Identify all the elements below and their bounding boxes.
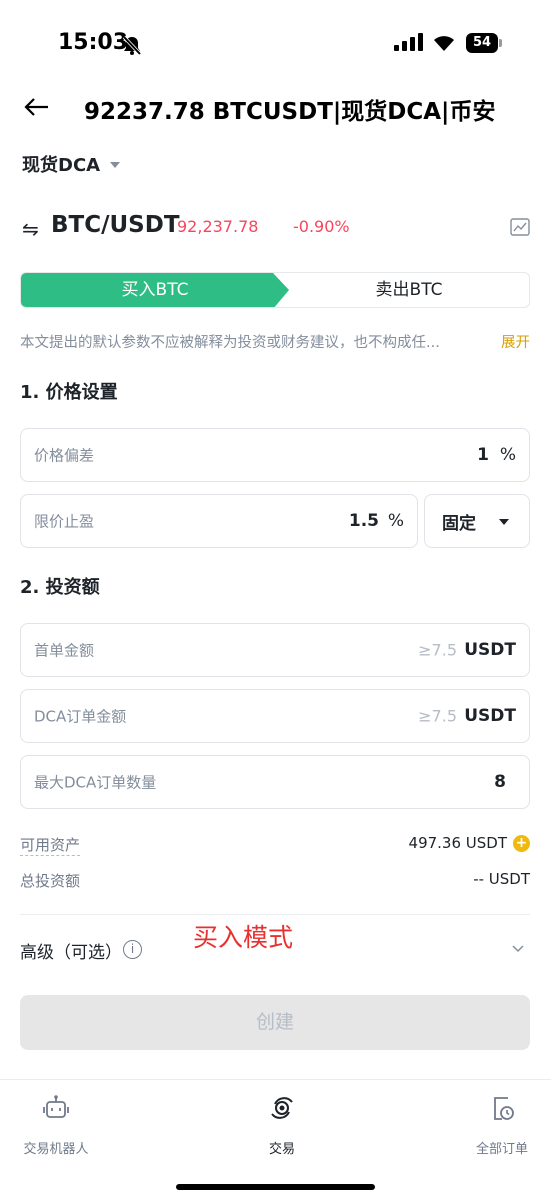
price-deviation-label: 价格偏差 [34,446,95,465]
bottom-nav-orders-label: 全部订单 [475,1142,528,1157]
bottom-nav-bots-label: 交易机器人 [23,1142,89,1157]
trade-icon [271,1097,293,1119]
available-assets-label[interactable]: 可用资产 [20,834,81,856]
robot-icon [43,1095,69,1118]
bottom-nav-trade-label: 交易 [268,1142,295,1157]
max-dca-orders-value: 8 [494,772,506,792]
section-price-settings-title: 1. 价格设置 [20,382,118,403]
pair-row: ⇋ BTC/USDT 92,237.78 -0.90% [22,212,530,244]
bell-muted-icon [122,35,142,56]
signal-icon [394,33,423,51]
page-title: 92237.78 BTCUSDT|现货DCA|币安 [84,99,496,125]
first-order-amount-unit: USDT [464,640,516,660]
battery-icon: 54 [466,33,502,53]
first-order-amount-hint: ≥7.5 [418,640,457,660]
dca-order-amount-unit: USDT [464,706,516,726]
status-bar: 15:03 54 [0,0,551,90]
bottom-nav: 交易机器人 交易 全部订单 [0,1079,551,1200]
swap-icon[interactable]: ⇋ [22,217,39,241]
status-time: 15:03 [58,30,129,55]
side-tabs: 买入BTC 卖出BTC [20,272,530,308]
home-indicator[interactable] [176,1184,375,1190]
first-order-amount-field[interactable]: 首单金额 ≥7.5 USDT [20,623,530,677]
section-investment-title: 2. 投资额 [20,577,100,598]
dca-order-amount-label: DCA订单金额 [34,707,127,726]
advanced-settings-toggle[interactable]: 高级（可选） [20,938,122,963]
bottom-nav-bots[interactable]: 交易机器人 [0,1080,116,1170]
tab-sell[interactable]: 卖出BTC [289,273,529,307]
tab-buy-label: 买入BTC [121,280,189,300]
tab-buy[interactable]: 买入BTC [21,273,289,307]
disclaimer-text: 本文提出的默认参数不应被解释为投资或财务建议，也不构成任... [20,335,440,351]
take-profit-field[interactable]: 限价止盈 1.5 % [20,494,418,548]
available-assets-row: 497.36 USDT + [409,834,530,852]
expand-link[interactable]: 展开 [501,331,530,352]
price-deviation-unit: % [499,445,516,465]
divider [20,914,530,915]
total-investment-label: 总投资额 [20,872,81,890]
caret-down-icon [499,519,509,525]
add-funds-icon[interactable]: + [513,835,530,852]
dca-order-amount-field[interactable]: DCA订单金额 ≥7.5 USDT [20,689,530,743]
pair-price: 92,237.78 [177,217,259,236]
price-deviation-field[interactable]: 价格偏差 1 % [20,428,530,482]
annotation-text: 买入模式 [193,923,294,952]
take-profit-label: 限价止盈 [34,512,95,531]
chart-icon[interactable] [510,218,530,236]
bottom-nav-orders[interactable]: 全部订单 [442,1080,551,1170]
caret-down-icon [110,162,121,168]
take-profit-value: 1.5 [348,511,379,531]
take-profit-mode-value: 固定 [442,514,476,534]
take-profit-unit: % [387,511,404,531]
pair-change: -0.90% [293,217,350,236]
total-investment-value: -- USDT [473,870,530,888]
wifi-icon [434,36,454,51]
first-order-amount-label: 首单金额 [34,641,95,660]
strategy-label: 现货DCA [22,155,101,176]
chevron-down-icon[interactable] [510,941,526,957]
take-profit-mode-select[interactable]: 固定 [424,494,530,548]
pair-name[interactable]: BTC/USDT [51,212,180,238]
max-dca-orders-field[interactable]: 最大DCA订单数量 8 [20,755,530,809]
battery-level: 54 [466,33,498,53]
disclaimer: 本文提出的默认参数不应被解释为投资或财务建议，也不构成任... 展开 [20,331,530,352]
available-assets-value: 497.36 USDT [408,834,507,852]
orders-clock-icon [494,1097,514,1120]
bottom-nav-trade[interactable]: 交易 [222,1080,342,1170]
strategy-dropdown[interactable]: 现货DCA [22,151,121,177]
info-icon[interactable]: i [123,940,142,959]
max-dca-orders-label: 最大DCA订单数量 [34,773,157,792]
price-deviation-value: 1 [477,445,489,465]
back-arrow-icon[interactable] [22,92,52,122]
dca-order-amount-hint: ≥7.5 [418,706,457,726]
create-button[interactable]: 创建 [20,995,530,1050]
